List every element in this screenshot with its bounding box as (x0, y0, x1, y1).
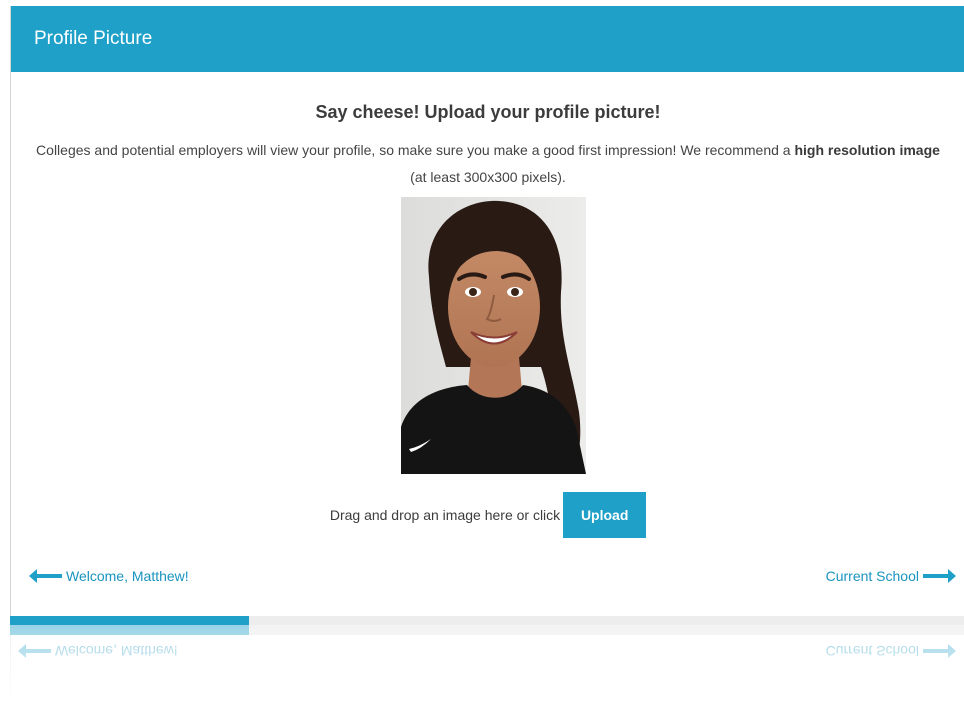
previous-step-link[interactable]: Welcome, Matthew! (29, 568, 189, 584)
reflection-card (10, 635, 964, 701)
next-step-label: Current School (825, 568, 919, 584)
reflection-fade (10, 625, 964, 701)
reflection-next-link: Current School (826, 643, 956, 659)
card-reflection: Welcome, Matthew! Current School (10, 625, 964, 701)
description-emphasis: high resolution image (794, 142, 940, 158)
profile-picture-card: Profile Picture Say cheese! Upload your … (10, 6, 964, 616)
profile-photo (401, 197, 586, 474)
arrow-left-icon (29, 569, 62, 583)
reflection-progress-track (10, 625, 964, 635)
reflection-prev-label: Welcome, Matthew! (55, 643, 178, 659)
progress-bar (10, 616, 964, 625)
next-step-link[interactable]: Current School (826, 568, 956, 584)
dropzone-text: Drag and drop an image here or click (329, 507, 561, 523)
upload-heading: Say cheese! Upload your profile picture! (315, 102, 661, 122)
upload-button[interactable]: Upload (563, 492, 647, 538)
reflection-arrow-left-icon (18, 644, 51, 658)
reflection-arrow-right-icon (923, 644, 956, 658)
reflection-prev-link: Welcome, Matthew! (18, 643, 178, 659)
description-text-end: (at least 300x300 pixels). (410, 169, 566, 185)
reflection-next-label: Current School (825, 643, 919, 659)
reflection-progress-fill (10, 625, 249, 635)
arrow-right-icon (923, 569, 956, 583)
description-text: Colleges and potential employers will vi… (36, 142, 795, 158)
previous-step-label: Welcome, Matthew! (66, 568, 189, 584)
progress-bar-fill (10, 616, 249, 625)
upload-dropzone[interactable]: Drag and drop an image here or click Upl… (11, 492, 964, 538)
card-header: Profile Picture (11, 6, 964, 72)
profile-photo-preview (401, 197, 586, 474)
upload-description: Colleges and potential employers will vi… (31, 137, 945, 191)
page-title: Profile Picture (34, 28, 153, 49)
